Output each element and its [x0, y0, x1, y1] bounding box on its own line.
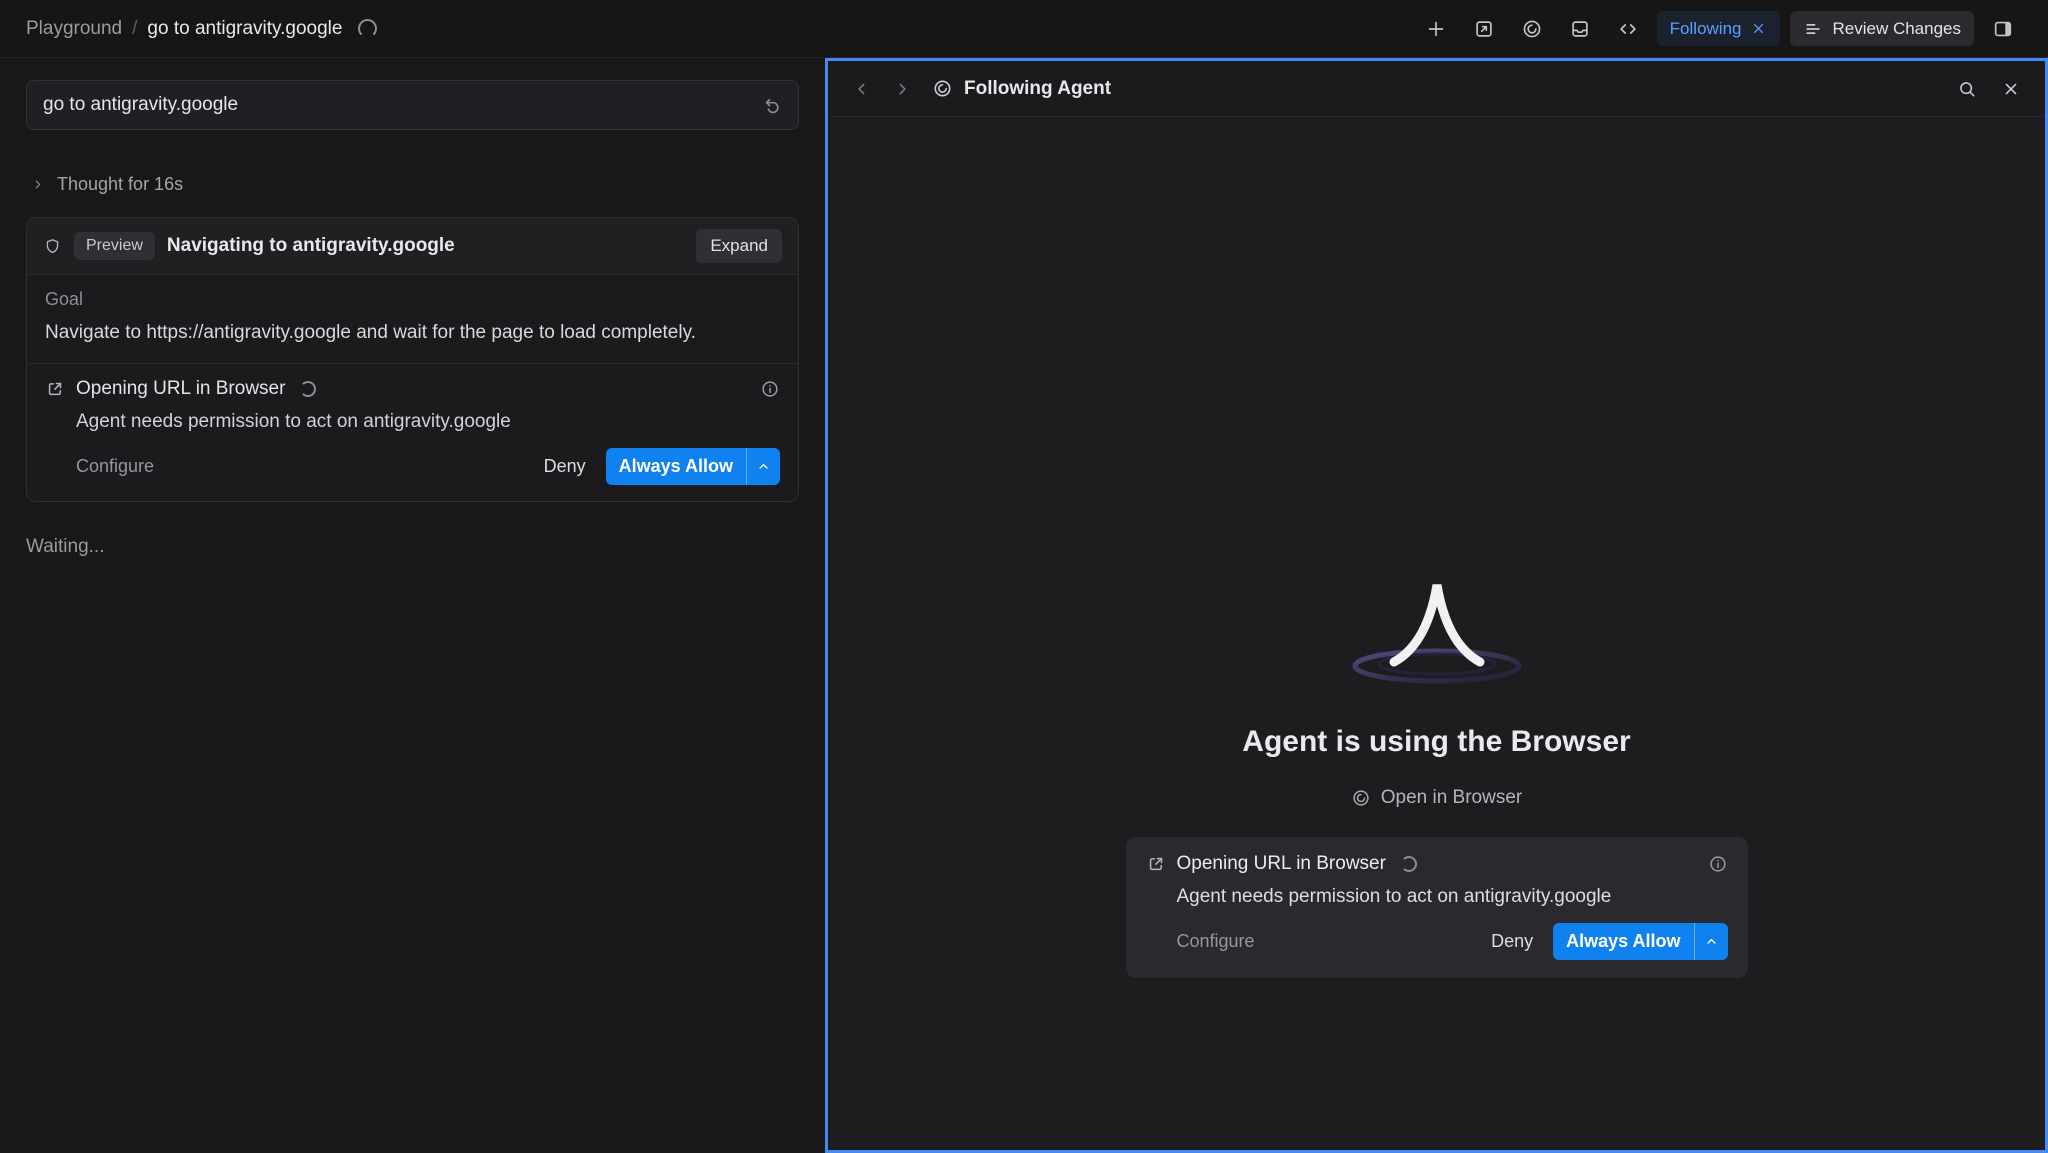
always-allow-button[interactable]: Always Allow	[606, 448, 780, 485]
move-to-editor-button[interactable]	[1465, 12, 1503, 46]
search-button[interactable]	[1951, 73, 1983, 105]
forward-button[interactable]	[886, 73, 918, 105]
task-card: Preview Navigating to antigravity.google…	[26, 217, 799, 502]
following-agent-panel: Following Agent	[825, 58, 2048, 1153]
step-title: Opening URL in Browser	[1177, 853, 1386, 875]
agent-spiral-icon	[1521, 18, 1543, 40]
open-in-browser-button[interactable]: Open in Browser	[1351, 787, 1523, 809]
thought-label: Thought for 16s	[57, 174, 183, 195]
close-icon	[2001, 79, 2021, 99]
inbox-icon	[1569, 18, 1591, 40]
app-root: Playground / go to antigravity.google Fo…	[0, 0, 2048, 1153]
agent-panel-header: Following Agent	[828, 61, 2045, 117]
close-icon[interactable]	[1750, 20, 1767, 37]
loading-spinner-icon	[300, 381, 316, 397]
agent-manager-button[interactable]	[1513, 12, 1551, 46]
shield-icon	[43, 237, 62, 256]
chevron-right-icon	[892, 79, 912, 99]
configure-link[interactable]: Configure	[1177, 931, 1255, 952]
prompt-box	[26, 80, 799, 130]
task-title: Navigating to antigravity.google	[167, 235, 455, 257]
loading-spinner-icon	[1401, 856, 1417, 872]
conversation-panel: Thought for 16s Preview Navigating to an…	[0, 58, 825, 1153]
retry-button[interactable]	[754, 87, 790, 123]
external-link-icon	[1146, 854, 1166, 874]
task-progress-spinner-icon	[358, 19, 377, 38]
external-link-icon	[45, 379, 65, 399]
permission-actions: Configure Deny Always Allow	[1177, 923, 1728, 960]
back-button[interactable]	[846, 73, 878, 105]
task-card-header: Preview Navigating to antigravity.google…	[27, 218, 798, 275]
goal-label: Goal	[45, 289, 780, 310]
step-title-row: Opening URL in Browser	[1146, 853, 1728, 875]
chevron-up-icon[interactable]	[746, 448, 780, 485]
deny-button[interactable]: Deny	[1487, 925, 1537, 958]
browser-step: Opening URL in Browser Agent needs permi…	[27, 364, 798, 501]
agent-header-actions	[1951, 73, 2027, 105]
always-allow-label: Always Allow	[1553, 923, 1693, 960]
info-icon[interactable]	[1708, 854, 1728, 874]
antigravity-logo	[1332, 569, 1542, 691]
topbar-actions: Following Review Changes	[1417, 11, 2022, 46]
main-split: Thought for 16s Preview Navigating to an…	[0, 58, 2048, 1153]
permission-text: Agent needs permission to act on antigra…	[1177, 886, 1728, 908]
chevron-up-icon[interactable]	[1694, 923, 1728, 960]
step-title: Opening URL in Browser	[76, 378, 285, 400]
search-icon	[1957, 79, 1977, 99]
breadcrumb: Playground / go to antigravity.google	[26, 18, 377, 40]
always-allow-label: Always Allow	[606, 448, 746, 485]
permission-buttons: Deny Always Allow	[540, 448, 780, 485]
prompt-input[interactable]	[43, 94, 754, 116]
chevron-left-icon	[852, 79, 872, 99]
agent-spiral-icon	[932, 78, 953, 99]
move-to-editor-icon	[1473, 18, 1495, 40]
breadcrumb-root[interactable]: Playground	[26, 18, 122, 40]
permission-text: Agent needs permission to act on antigra…	[76, 411, 780, 433]
topbar: Playground / go to antigravity.google Fo…	[0, 0, 2048, 58]
review-changes-label: Review Changes	[1832, 19, 1961, 39]
diff-list-icon	[1803, 19, 1823, 39]
review-changes-button[interactable]: Review Changes	[1790, 11, 1974, 46]
goal-text: Navigate to https://antigravity.google a…	[45, 319, 780, 347]
configure-link[interactable]: Configure	[76, 456, 154, 477]
agent-panel-body: Agent is using the Browser Open in Brows…	[828, 117, 2045, 1150]
following-label: Following	[1670, 19, 1742, 39]
close-panel-button[interactable]	[1995, 73, 2027, 105]
step-title-row: Opening URL in Browser	[45, 378, 780, 400]
layout-panel-icon	[1992, 18, 2014, 40]
deny-button[interactable]: Deny	[540, 450, 590, 483]
plus-icon	[1425, 18, 1447, 40]
preview-badge: Preview	[74, 232, 155, 260]
permission-buttons: Deny Always Allow	[1487, 923, 1727, 960]
status-text: Waiting...	[26, 536, 799, 558]
permission-card: Opening URL in Browser Agent needs permi…	[1126, 837, 1748, 978]
expand-button[interactable]: Expand	[696, 229, 782, 263]
agent-title-wrap: Following Agent	[932, 78, 1111, 100]
browser-status-block: Agent is using the Browser Open in Brows…	[1126, 569, 1748, 978]
agent-browser-headline: Agent is using the Browser	[1242, 725, 1630, 759]
permission-actions: Configure Deny Always Allow	[76, 448, 780, 485]
sidebar-toggle-button[interactable]	[1984, 12, 2022, 46]
breadcrumb-current[interactable]: go to antigravity.google	[147, 18, 342, 40]
info-icon[interactable]	[760, 379, 780, 399]
chevron-right-icon	[30, 177, 45, 192]
agent-panel-title: Following Agent	[964, 78, 1111, 100]
open-in-browser-label: Open in Browser	[1381, 787, 1523, 809]
always-allow-button[interactable]: Always Allow	[1553, 923, 1727, 960]
following-chip[interactable]: Following	[1657, 11, 1781, 46]
goal-section: Goal Navigate to https://antigravity.goo…	[27, 275, 798, 364]
browser-spiral-icon	[1351, 788, 1371, 808]
new-conversation-button[interactable]	[1417, 12, 1455, 46]
thought-toggle[interactable]: Thought for 16s	[30, 174, 799, 195]
inbox-button[interactable]	[1561, 12, 1599, 46]
code-icon	[1617, 18, 1639, 40]
undo-icon	[762, 95, 783, 116]
code-view-button[interactable]	[1609, 12, 1647, 46]
breadcrumb-separator: /	[132, 18, 137, 40]
